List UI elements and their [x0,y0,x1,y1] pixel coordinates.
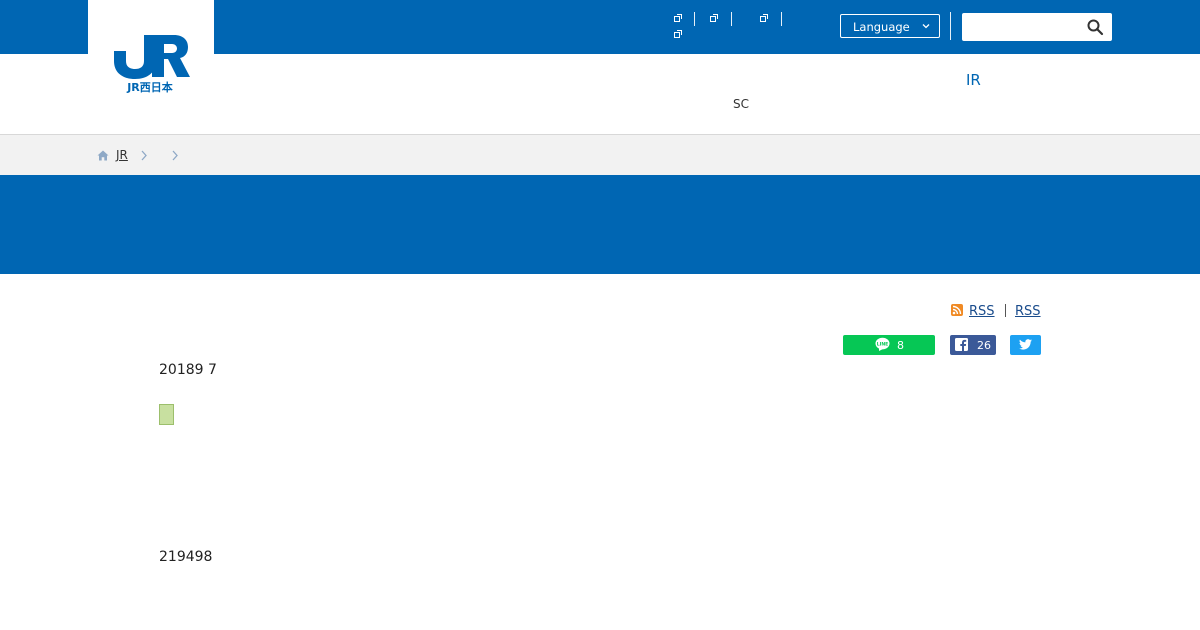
external-link-icon[interactable] [759,13,769,23]
search-input[interactable] [962,13,1092,41]
search-field[interactable] [962,13,1112,41]
twitter-share-button[interactable] [1010,335,1041,355]
rss-link[interactable]: RSS [1015,304,1041,319]
rss-link[interactable]: RSS [969,304,995,319]
facebook-icon [955,338,968,351]
header-divider [694,12,695,26]
nav-item-ir[interactable]: IR [966,71,981,89]
facebook-share-button[interactable]: 26 [950,335,996,355]
home-icon [97,150,109,161]
external-link-icon[interactable] [673,13,683,23]
rss-divider [1005,304,1006,317]
header-divider [781,12,782,26]
header-divider [950,12,951,40]
breadcrumb-home-link[interactable]: JR [116,148,128,162]
chevron-right-icon [172,150,178,161]
line-share-button[interactable]: LINE 8 [843,335,935,355]
svg-text:LINE: LINE [877,341,889,347]
chevron-down-icon [922,24,930,29]
facebook-share-count: 26 [977,339,991,352]
header-divider [731,12,732,26]
jr-west-logo: JR西日本 [114,35,190,93]
language-select[interactable]: Language [840,14,940,38]
article-number: 219498 [159,549,213,565]
rss-icon[interactable] [951,304,963,316]
search-icon[interactable] [1086,18,1104,36]
logo-text: JR西日本 [126,80,173,93]
external-link-icon[interactable] [673,29,683,39]
external-link-icon[interactable] [709,13,719,23]
breadcrumb [0,134,1200,175]
language-label: Language [853,20,910,34]
article-date: 20189 7 [159,362,217,378]
chevron-right-icon [141,150,147,161]
nav-item-sc[interactable]: SC [733,97,749,111]
page-title-banner [0,175,1200,274]
twitter-icon [1019,339,1032,350]
site-logo[interactable]: JR西日本 [88,0,214,114]
line-icon: LINE [875,337,890,351]
line-share-count: 8 [897,339,904,352]
category-tag [159,404,174,425]
